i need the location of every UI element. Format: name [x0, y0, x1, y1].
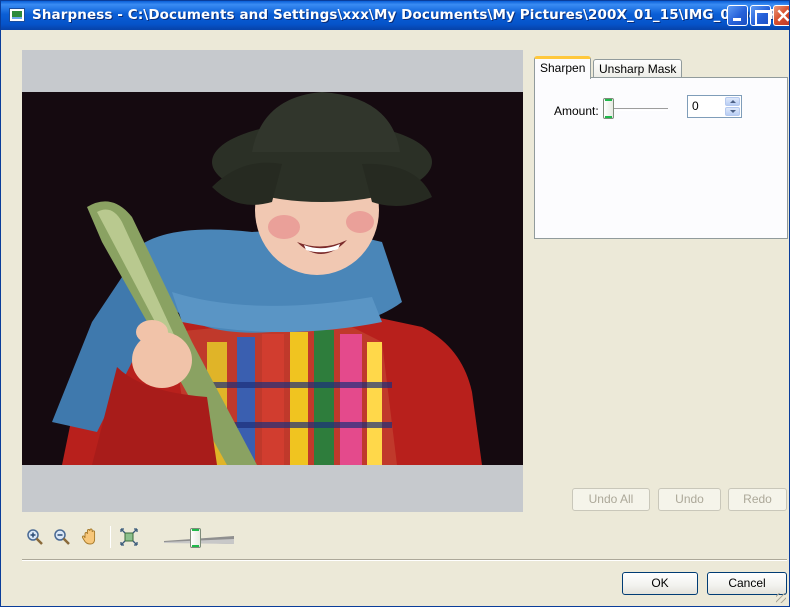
- title-bar[interactable]: Sharpness - C:\Documents and Settings\xx…: [1, 1, 790, 30]
- picture-icon: [9, 8, 25, 22]
- fit-to-window-icon[interactable]: [120, 528, 138, 546]
- amount-value[interactable]: 0: [692, 99, 699, 113]
- footer-divider: [22, 559, 787, 561]
- resize-grip-icon[interactable]: [776, 593, 786, 603]
- sharpness-dialog: Sharpness - C:\Documents and Settings\xx…: [0, 0, 790, 607]
- child-photo-image: [22, 92, 523, 465]
- redo-button[interactable]: Redo: [728, 488, 787, 511]
- close-icon[interactable]: [773, 3, 790, 27]
- filter-tabs: Sharpen Unsharp Mask Amount: 0: [534, 56, 788, 239]
- toolbar-separator: [110, 526, 111, 548]
- ok-button[interactable]: OK: [622, 572, 698, 595]
- zoom-in-icon[interactable]: [26, 528, 44, 546]
- zoom-out-icon[interactable]: [53, 528, 71, 546]
- tab-sharpen[interactable]: Sharpen: [534, 56, 592, 79]
- undo-button[interactable]: Undo: [658, 488, 721, 511]
- spin-up-icon[interactable]: [725, 97, 740, 106]
- undo-all-button[interactable]: Undo All: [572, 488, 650, 511]
- cancel-button[interactable]: Cancel: [707, 572, 787, 595]
- spin-down-icon[interactable]: [725, 107, 740, 116]
- amount-spinbox[interactable]: 0: [687, 95, 742, 118]
- amount-slider-track[interactable]: [608, 108, 668, 111]
- maximize-icon[interactable]: [750, 5, 771, 26]
- preview-photo: [22, 92, 523, 465]
- image-preview[interactable]: [22, 50, 523, 512]
- amount-spin-buttons: [725, 97, 740, 116]
- amount-slider-thumb[interactable]: [603, 98, 614, 119]
- pan-hand-icon[interactable]: [81, 528, 99, 546]
- sharpen-panel: Amount: 0: [534, 77, 788, 239]
- tab-unsharp-mask[interactable]: Unsharp Mask: [593, 59, 683, 78]
- minimize-icon[interactable]: [727, 5, 748, 26]
- window-title: Sharpness - C:\Documents and Settings\xx…: [32, 7, 790, 23]
- amount-label: Amount:: [554, 104, 599, 118]
- zoom-slider-thumb[interactable]: [190, 528, 201, 548]
